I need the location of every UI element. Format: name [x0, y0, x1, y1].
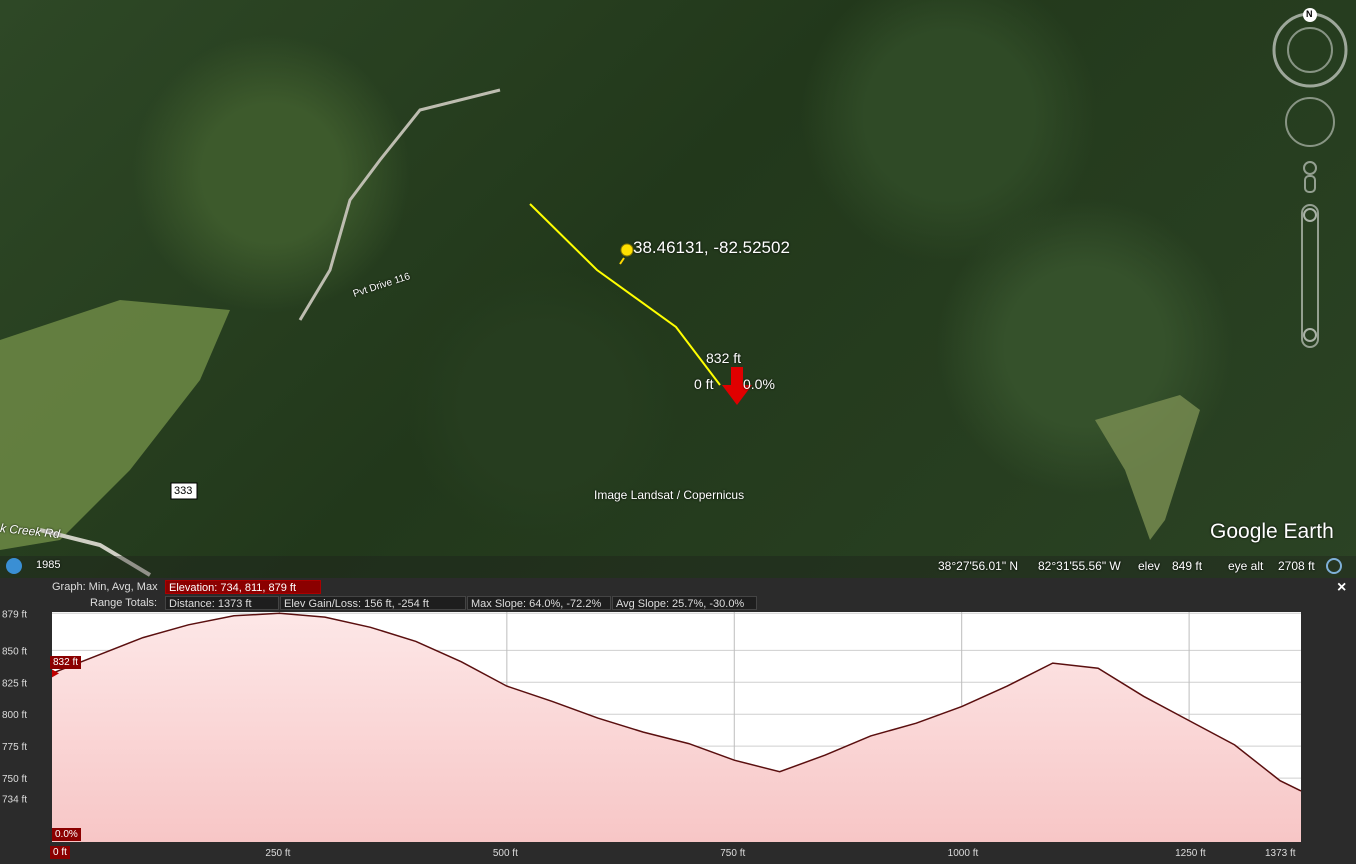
close-profile-button[interactable]: ×	[1337, 579, 1346, 597]
eye-altitude-readout: 2708 ft	[1278, 559, 1315, 573]
loading-indicator-icon	[1326, 558, 1342, 574]
latitude-readout: 38°27'56.01" N	[938, 559, 1019, 573]
street-view-icon[interactable]	[1303, 161, 1317, 193]
elevation-profile-panel	[0, 578, 1356, 864]
eye-altitude-label: eye alt	[1228, 559, 1264, 573]
graph-label: Graph: Min, Avg, Max	[52, 581, 158, 593]
elev-gain-loss-box[interactable]: Elev Gain/Loss: 156 ft, -254 ft	[280, 596, 466, 610]
compass-north-label: N	[1306, 9, 1313, 19]
look-joystick-icon[interactable]	[1285, 97, 1335, 147]
historical-imagery-icon[interactable]	[6, 558, 22, 574]
zoom-slider[interactable]	[1301, 204, 1319, 348]
map-view[interactable]: 38.46131, -82.52502 Pvt Drive 116 k Cree…	[0, 0, 1356, 578]
max-slope-box[interactable]: Max Slope: 64.0%, -72.2%	[467, 596, 611, 610]
cursor-slope-tag: 0.0%	[52, 828, 81, 841]
distance-box[interactable]: Distance: 1373 ft	[165, 596, 279, 610]
elevation-label: elev	[1138, 559, 1161, 573]
avg-slope-box[interactable]: Avg Slope: 25.7%, -30.0%	[612, 596, 757, 610]
elevation-summary-box[interactable]: Elevation: 734, 811, 879 ft	[165, 580, 321, 594]
longitude-readout: 82°31'55.56" W	[1038, 559, 1121, 573]
cursor-elevation-tag: 832 ft	[50, 656, 82, 669]
coordinate-label: 38.46131, -82.52502	[633, 238, 790, 257]
pushpin-icon[interactable]	[619, 243, 634, 265]
marker-distance-label: 0 ft	[694, 376, 714, 392]
field-area	[0, 300, 230, 550]
imagery-credit: Image Landsat / Copernicus	[594, 488, 745, 502]
historical-year: 1985	[36, 559, 61, 571]
marker-elevation-label: 832 ft	[706, 350, 742, 366]
cursor-distance-tag: 0 ft	[50, 846, 70, 859]
road-line	[298, 88, 501, 321]
google-earth-logo: Google Earth	[1210, 520, 1334, 543]
marker-slope-label: 0.0%	[743, 376, 775, 392]
range-totals-label: Range Totals:	[90, 597, 158, 609]
clearing-area	[1095, 395, 1200, 540]
measured-path	[529, 203, 721, 386]
elevation-readout: 849 ft	[1172, 559, 1203, 573]
route-shield-label: 333	[174, 485, 193, 497]
compass-icon[interactable]	[1272, 8, 1348, 88]
